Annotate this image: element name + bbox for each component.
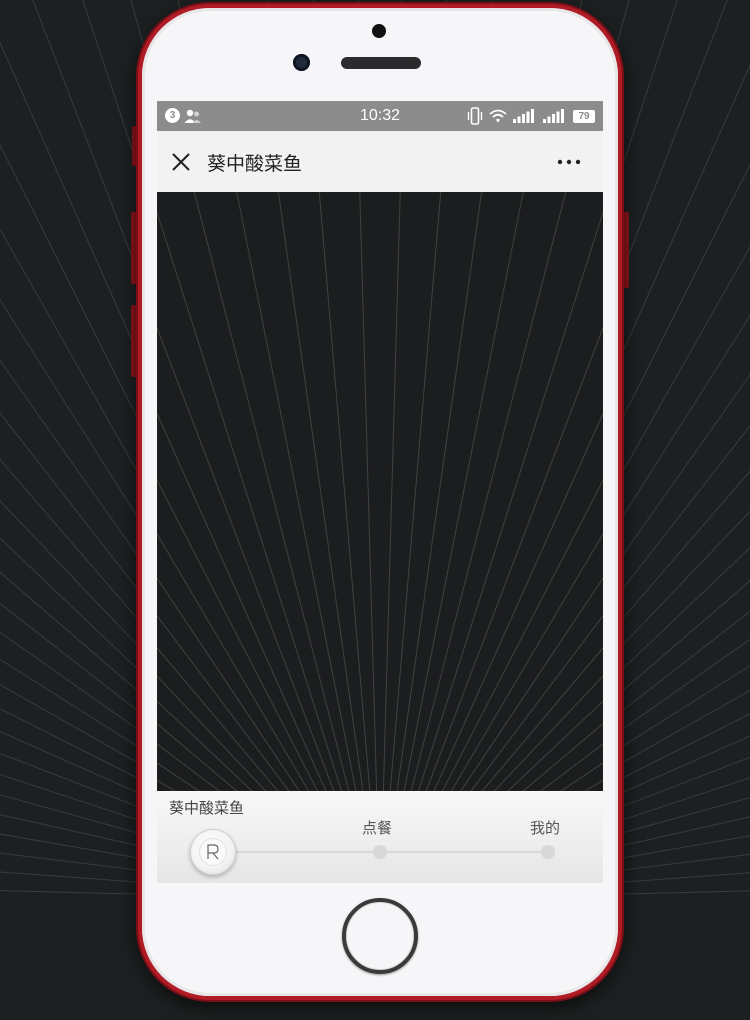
proximity-sensor [372,24,386,38]
bottom-tabbar: 葵中酸菜鱼 点餐 我的 [157,791,603,883]
tab-order[interactable]: 点餐 [362,817,392,838]
home-button[interactable] [342,898,418,974]
brand-label: 葵中酸菜鱼 [169,799,245,817]
wifi-icon [489,109,507,123]
status-icons: 79 [467,107,595,125]
signal-icon [513,109,534,123]
status-bar: 3 10:32 79 [157,101,603,131]
phone-screen: 3 10:32 79 葵中酸菜鱼 葵中酸菜鱼 点餐 我的 [157,101,603,883]
logo-r-icon [199,838,227,866]
earpiece-speaker [341,57,421,69]
main-content [157,192,603,791]
vibrate-icon [467,107,483,125]
close-icon[interactable] [171,152,191,172]
battery-icon: 79 [573,109,595,123]
tab-mine[interactable]: 我的 [530,817,560,838]
page-title: 葵中酸菜鱼 [207,153,303,175]
more-icon[interactable] [557,159,581,165]
signal-icon [543,109,564,123]
content-background [157,192,603,791]
front-camera-icon [293,54,310,71]
tab-order-dot[interactable] [373,845,387,859]
tab-mine-dot[interactable] [541,845,555,859]
home-tab-button[interactable] [190,829,236,875]
nav-bar: 葵中酸菜鱼 [157,131,603,192]
